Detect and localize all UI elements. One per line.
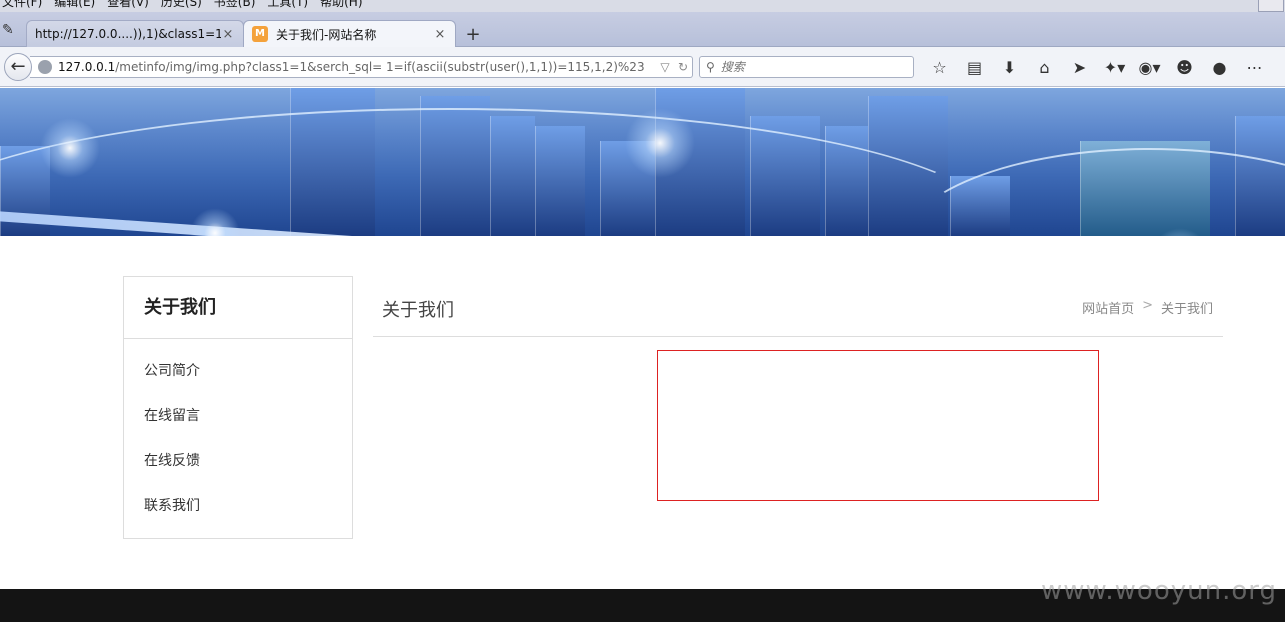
new-tab-button[interactable]: + — [462, 24, 484, 46]
page-title: 关于我们 — [382, 300, 454, 321]
breadcrumb-home-link[interactable]: 网站首页 — [1082, 298, 1134, 317]
sidebar-item-online-feedback[interactable]: 在线反馈 — [124, 439, 352, 484]
bookmark-star-icon[interactable]: ☆ — [922, 58, 957, 77]
tab-title: http://127.0.0....)),1)&class1=1 — [35, 27, 221, 41]
breadcrumb-current[interactable]: 关于我们 — [1161, 298, 1213, 317]
metinfo-favicon-icon: M — [252, 26, 268, 42]
sidebar-item-online-message[interactable]: 在线留言 — [124, 394, 352, 439]
url-bar[interactable]: 127.0.0.1/metinfo/img/img.php?class1=1&s… — [30, 56, 693, 78]
menu-view[interactable]: 查看(V) — [107, 0, 149, 12]
url-host: 127.0.0.1 — [58, 60, 116, 74]
close-icon[interactable]: × — [221, 27, 235, 42]
sidebar: 关于我们 公司简介 在线留言 在线反馈 联系我们 — [123, 276, 353, 539]
menu-history[interactable]: 历史(S) — [161, 0, 202, 12]
breadcrumb: 网站首页 > 关于我们 — [1082, 298, 1213, 317]
globe-icon — [38, 60, 52, 74]
chevron-right-icon: > — [1142, 298, 1153, 313]
search-icon: ⚲ — [706, 60, 715, 74]
sidebar-item-contact-us[interactable]: 联系我们 — [124, 484, 352, 529]
watermark: www.wooyun.org — [1040, 576, 1277, 606]
palette-icon[interactable]: ✎ — [2, 22, 18, 38]
back-button[interactable]: ← — [4, 53, 32, 81]
theme-icon[interactable]: ◉▾ — [1132, 58, 1167, 77]
home-icon[interactable]: ⌂ — [1027, 58, 1062, 77]
menu-help[interactable]: 帮助(H) — [320, 0, 362, 12]
menu-edit[interactable]: 编辑(E) — [54, 0, 95, 12]
profile-icon[interactable]: ● — [1202, 58, 1237, 77]
window-control[interactable] — [1258, 0, 1284, 12]
tab-current[interactable]: M 关于我们-网站名称 × — [243, 20, 456, 47]
url-text[interactable]: 127.0.0.1/metinfo/img/img.php?class1=1&s… — [58, 60, 656, 74]
dropdown-arrow-icon[interactable]: ▽ — [656, 60, 674, 74]
sidebar-menu: 公司简介 在线留言 在线反馈 联系我们 — [124, 339, 352, 529]
search-input[interactable] — [720, 60, 901, 74]
search-box[interactable]: ⚲ — [699, 56, 914, 78]
toolbar-icons: ☆ ▤ ⬇ ⌂ ➤ ✦▾ ◉▾ ☻ ● ⋯ — [922, 56, 1272, 78]
sidebar-item-company-profile[interactable]: 公司简介 — [124, 349, 352, 394]
close-icon[interactable]: × — [433, 27, 447, 42]
tab-title: 关于我们-网站名称 — [276, 27, 377, 42]
city-banner-image — [0, 88, 1285, 236]
menu-bar: 文件(F) 编辑(E) 查看(V) 历史(S) 书签(B) 工具(T) 帮助(H… — [0, 0, 1285, 12]
sidebar-title: 关于我们 — [124, 277, 352, 339]
chat-icon[interactable]: ☻ — [1167, 58, 1202, 77]
back-arrow-icon: ← — [10, 56, 26, 77]
menu-bookmarks[interactable]: 书签(B) — [214, 0, 256, 12]
menu-tools[interactable]: 工具(T) — [267, 0, 308, 12]
extension-icon[interactable]: ✦▾ — [1097, 58, 1132, 77]
send-icon[interactable]: ➤ — [1062, 58, 1097, 77]
menu-file[interactable]: 文件(F) — [2, 0, 42, 12]
reload-icon[interactable]: ↻ — [674, 60, 692, 74]
url-path: /metinfo/img/img.php?class1=1&serch_sql=… — [115, 60, 645, 74]
navigation-bar: 127.0.0.1/metinfo/img/img.php?class1=1&s… — [0, 47, 1285, 87]
tab-previous[interactable]: http://127.0.0....)),1)&class1=1 × — [26, 20, 244, 47]
more-icon[interactable]: ⋯ — [1237, 58, 1272, 77]
tab-strip: ✎ http://127.0.0....)),1)&class1=1 × M 关… — [0, 12, 1285, 47]
main-header: 关于我们 网站首页 > 关于我们 — [373, 276, 1223, 337]
download-icon[interactable]: ⬇ — [992, 58, 1027, 77]
reading-list-icon[interactable]: ▤ — [957, 58, 992, 77]
content-box — [657, 350, 1099, 501]
